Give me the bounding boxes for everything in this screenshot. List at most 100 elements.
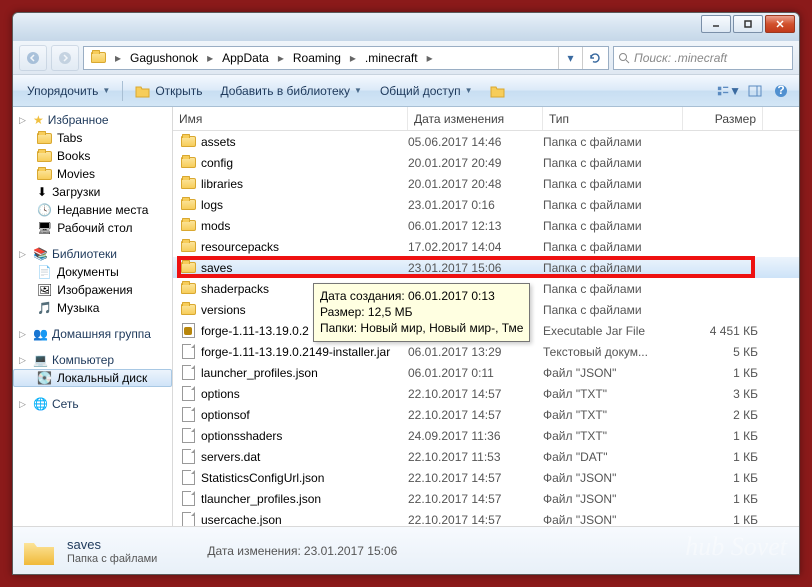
toolbar: Упорядочить▼ Открыть Добавить в библиоте… [13, 75, 799, 107]
file-row[interactable]: mods06.01.2017 12:13Папка с файлами [173, 215, 799, 236]
open-button[interactable]: Открыть [127, 81, 210, 101]
sidebar-item[interactable]: 🖼Изображения [13, 281, 172, 299]
col-type[interactable]: Тип [543, 107, 683, 130]
file-row[interactable]: tlauncher_profiles.json22.10.2017 14:57Ф… [173, 488, 799, 509]
address-bar[interactable]: ▸ Gagushonok ▸ AppData ▸ Roaming ▸ .mine… [83, 46, 609, 70]
file-row[interactable]: resourcepacks17.02.2017 14:04Папка с фай… [173, 236, 799, 257]
file-row[interactable]: usercache.json22.10.2017 14:57Файл "JSON… [173, 509, 799, 526]
column-headers: Имя Дата изменения Тип Размер [173, 107, 799, 131]
history-dropdown[interactable]: ▾ [558, 47, 582, 69]
details-type: Папка с файлами [67, 553, 157, 565]
help-icon: ? [774, 84, 788, 98]
organize-button[interactable]: Упорядочить▼ [19, 81, 118, 101]
computer-header[interactable]: ▷💻Компьютер [13, 351, 172, 369]
forward-button[interactable] [51, 45, 79, 71]
network-icon: 🌐 [33, 397, 48, 411]
favorites-header[interactable]: ▷★Избранное [13, 111, 172, 129]
minimize-button[interactable] [701, 15, 731, 33]
music-icon: 🎵 [37, 301, 52, 315]
titlebar [13, 13, 799, 41]
search-input[interactable]: Поиск: .minecraft [613, 46, 793, 70]
maximize-button[interactable] [733, 15, 763, 33]
chevron-down-icon: ▼ [465, 86, 473, 95]
refresh-icon [589, 52, 601, 64]
nav-row: ▸ Gagushonok ▸ AppData ▸ Roaming ▸ .mine… [13, 41, 799, 75]
folder-icon [179, 176, 197, 192]
svg-text:?: ? [777, 84, 784, 97]
sidebar-item[interactable]: 🎵Музыка [13, 299, 172, 317]
body: ▷★Избранное Tabs Books Movies ⬇Загрузки … [13, 107, 799, 526]
search-placeholder: Поиск: .minecraft [634, 51, 727, 65]
file-row[interactable]: StatisticsConfigUrl.json22.10.2017 14:57… [173, 467, 799, 488]
open-folder-icon [135, 84, 151, 98]
view-icon [717, 85, 729, 97]
refresh-button[interactable] [582, 47, 606, 69]
homegroup-header[interactable]: ▷👥Домашняя группа [13, 325, 172, 343]
col-date[interactable]: Дата изменения [408, 107, 543, 130]
details-pane: saves Папка с файлами Дата изменения: 23… [13, 526, 799, 574]
breadcrumb-seg[interactable]: AppData [217, 47, 274, 69]
desktop-icon: 🖥 [37, 221, 52, 235]
file-row[interactable]: optionsshaders24.09.2017 11:36Файл "TXT"… [173, 425, 799, 446]
search-icon [618, 52, 630, 64]
breadcrumb-seg[interactable]: .minecraft [360, 47, 423, 69]
arrow-right-icon [58, 51, 72, 65]
breadcrumb-seg[interactable]: Gagushonok [125, 47, 203, 69]
computer-icon: 💻 [33, 353, 48, 367]
breadcrumb-seg[interactable]: Roaming [288, 47, 346, 69]
sidebar-item[interactable]: Tabs [13, 129, 172, 147]
col-size[interactable]: Размер [683, 107, 763, 130]
details-modified: Дата изменения: 23.01.2017 15:06 [207, 544, 397, 558]
libraries-header[interactable]: ▷📚Библиотеки [13, 245, 172, 263]
col-name[interactable]: Имя [173, 107, 408, 130]
sidebar-item[interactable]: 📄Документы [13, 263, 172, 281]
view-button[interactable]: ▼ [717, 80, 741, 102]
file-icon [179, 386, 197, 402]
folder-icon [179, 218, 197, 234]
help-button[interactable]: ? [769, 80, 793, 102]
sidebar-item-local-disk[interactable]: 💽Локальный диск [13, 369, 172, 387]
preview-pane-button[interactable] [743, 80, 767, 102]
sidebar-item[interactable]: ⬇Загрузки [13, 183, 172, 201]
recent-icon: 🕓 [37, 203, 52, 217]
arrow-left-icon [26, 51, 40, 65]
new-folder-icon [490, 84, 506, 98]
file-row[interactable]: servers.dat22.10.2017 11:53Файл "DAT"1 К… [173, 446, 799, 467]
file-row[interactable]: options22.10.2017 14:57Файл "TXT"3 КБ [173, 383, 799, 404]
file-row[interactable]: assets05.06.2017 14:46Папка с файлами [173, 131, 799, 152]
file-row[interactable]: optionsof22.10.2017 14:57Файл "TXT"2 КБ [173, 404, 799, 425]
new-folder-button[interactable] [482, 81, 514, 101]
folder-icon [86, 47, 111, 69]
sidebar-item[interactable]: Movies [13, 165, 172, 183]
folder-icon [21, 533, 57, 569]
sidebar-item[interactable]: 🕓Недавние места [13, 201, 172, 219]
close-button[interactable] [765, 15, 795, 33]
drive-icon: 💽 [37, 371, 52, 385]
file-list[interactable]: assets05.06.2017 14:46Папка с файламиcon… [173, 131, 799, 526]
file-icon [179, 470, 197, 486]
file-icon [179, 428, 197, 444]
homegroup-icon: 👥 [33, 327, 48, 341]
pictures-icon: 🖼 [37, 283, 52, 297]
folder-icon [179, 239, 197, 255]
file-icon [179, 407, 197, 423]
back-button[interactable] [19, 45, 47, 71]
share-button[interactable]: Общий доступ▼ [372, 81, 481, 101]
network-header[interactable]: ▷🌐Сеть [13, 395, 172, 413]
file-icon [179, 344, 197, 360]
download-icon: ⬇ [37, 185, 47, 199]
file-row[interactable]: forge-1.11-13.19.0.2149-installer.jar06.… [173, 341, 799, 362]
file-row[interactable]: saves23.01.2017 15:06Папка с файлами [173, 257, 799, 278]
chevron-down-icon: ▼ [354, 86, 362, 95]
sidebar-item[interactable]: Books [13, 147, 172, 165]
tooltip: Дата создания: 06.01.2017 0:13 Размер: 1… [313, 283, 530, 342]
sidebar-item[interactable]: 🖥Рабочий стол [13, 219, 172, 237]
folder-icon [179, 197, 197, 213]
file-row[interactable]: launcher_profiles.json06.01.2017 0:11Фай… [173, 362, 799, 383]
file-row[interactable]: libraries20.01.2017 20:48Папка с файлами [173, 173, 799, 194]
file-row[interactable]: logs23.01.2017 0:16Папка с файлами [173, 194, 799, 215]
add-library-button[interactable]: Добавить в библиотеку▼ [212, 81, 369, 101]
file-icon [179, 491, 197, 507]
file-row[interactable]: config20.01.2017 20:49Папка с файлами [173, 152, 799, 173]
folder-icon [179, 134, 197, 150]
